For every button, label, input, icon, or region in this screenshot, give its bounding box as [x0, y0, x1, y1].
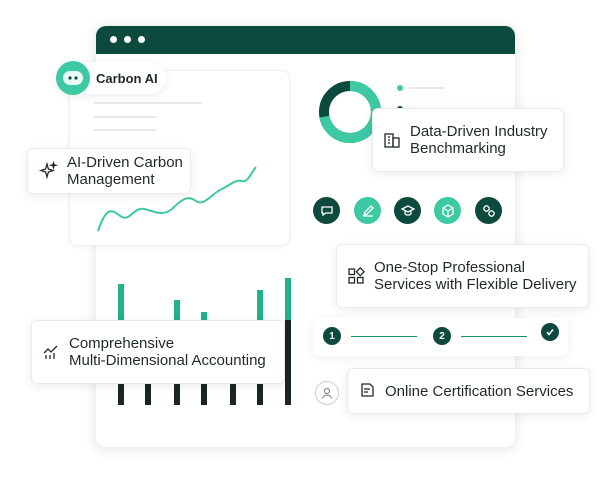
- cube-icon[interactable]: [434, 197, 461, 224]
- ai-management-line1: AI-Driven Carbon: [67, 154, 183, 171]
- ai-management-card: AI-Driven Carbon Management: [27, 148, 191, 194]
- window-titlebar: [96, 26, 515, 54]
- bar: [201, 312, 207, 320]
- services-card: One-Stop Professional Services with Flex…: [336, 244, 589, 308]
- process-stepper: 1 2: [313, 318, 568, 356]
- document-icon: [358, 382, 376, 400]
- benchmarking-line1: Data-Driven Industry: [410, 123, 548, 140]
- window-dot: [110, 36, 117, 43]
- accounting-card: Comprehensive Multi-Dimensional Accounti…: [31, 320, 285, 384]
- check-icon[interactable]: [541, 323, 559, 341]
- step-connector: [351, 336, 417, 337]
- legend-dot: [397, 85, 403, 91]
- benchmarking-card: Data-Driven Industry Benchmarking: [372, 108, 564, 172]
- services-line2: Services with Flexible Delivery: [374, 276, 577, 293]
- grid-icon: [347, 267, 365, 285]
- chat-icon[interactable]: [313, 197, 340, 224]
- placeholder-line: [409, 87, 445, 89]
- certification-card: Online Certification Services: [347, 368, 590, 414]
- accounting-line1: Comprehensive: [69, 335, 175, 352]
- brand-name: Carbon AI: [96, 70, 158, 86]
- ai-management-line2: Management: [67, 171, 155, 188]
- step-1[interactable]: 1: [323, 327, 341, 345]
- robot-icon: [56, 61, 90, 95]
- user-avatar-icon[interactable]: [315, 381, 339, 405]
- building-icon: [383, 131, 401, 149]
- bar: [285, 320, 291, 405]
- bar: [285, 278, 291, 320]
- sparkle-icon: [38, 161, 58, 181]
- certification-label: Online Certification Services: [385, 382, 574, 400]
- brand-chip: Carbon AI: [56, 61, 166, 95]
- bar: [118, 284, 124, 320]
- step-connector: [461, 336, 527, 337]
- analytics-icon: [42, 343, 60, 361]
- window-dot: [138, 36, 145, 43]
- link-icon[interactable]: [475, 197, 502, 224]
- edit-icon[interactable]: [354, 197, 381, 224]
- window-dot: [124, 36, 131, 43]
- services-line1: One-Stop Professional: [374, 259, 525, 276]
- bar: [174, 300, 180, 320]
- graduation-cap-icon[interactable]: [394, 197, 421, 224]
- benchmarking-line2: Benchmarking: [410, 140, 506, 157]
- bar: [257, 290, 263, 320]
- step-2[interactable]: 2: [433, 327, 451, 345]
- accounting-line2: Multi-Dimensional Accounting: [69, 352, 266, 369]
